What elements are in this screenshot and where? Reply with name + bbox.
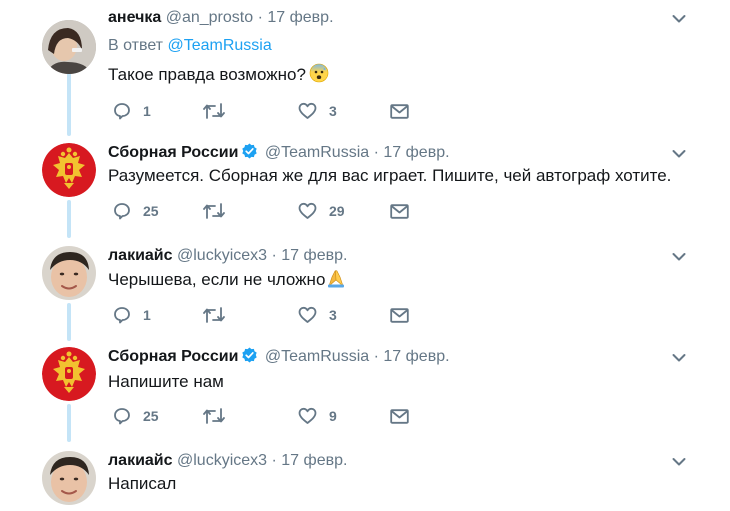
tweet-text-content: Такое правда возможно? <box>108 65 306 84</box>
separator: · <box>373 144 379 161</box>
display-name[interactable]: анечка <box>108 9 161 26</box>
retweet-button[interactable] <box>203 200 225 222</box>
reply-to-link[interactable]: @TeamRussia <box>167 37 271 54</box>
display-name[interactable]: Сборная России <box>108 348 238 365</box>
heart-icon <box>298 407 317 424</box>
retweet-button[interactable] <box>203 100 225 122</box>
user-handle[interactable]: @TeamRussia <box>265 144 369 161</box>
tweet-date[interactable]: 17 февр. <box>267 9 333 26</box>
reply-icon <box>114 203 130 220</box>
heart-icon <box>298 306 317 323</box>
retweet-button[interactable] <box>203 304 225 326</box>
reply-icon <box>114 408 130 425</box>
envelope-icon <box>390 203 409 219</box>
tweet-date[interactable]: 17 февр. <box>281 452 347 469</box>
like-button[interactable]: 29 <box>298 200 345 222</box>
verified-badge-icon <box>241 143 258 160</box>
display-name[interactable]: лакиайс <box>108 452 173 469</box>
retweet-icon <box>203 103 225 119</box>
tweet-header: Сборная России @TeamRussia · 17 февр. <box>108 347 450 367</box>
reply-button[interactable]: 25 <box>113 200 159 222</box>
chevron-down-icon[interactable] <box>672 353 686 363</box>
tweet-actions: 1 3 <box>113 304 413 326</box>
display-name[interactable]: Сборная России <box>108 144 238 161</box>
like-count: 9 <box>329 408 337 424</box>
chevron-down-icon[interactable] <box>672 149 686 159</box>
thread-line <box>67 404 71 442</box>
avatar[interactable] <box>42 451 96 505</box>
retweet-button[interactable] <box>203 405 225 427</box>
tweet-header: анечка @an_prosto · 17 февр. <box>108 8 334 28</box>
separator: · <box>257 9 263 26</box>
tweet-text: Напишите нам <box>108 372 224 391</box>
reply-button[interactable]: 1 <box>113 100 151 122</box>
chevron-down-icon[interactable] <box>672 457 686 467</box>
like-button[interactable]: 3 <box>298 100 337 122</box>
heart-icon <box>298 202 317 219</box>
like-button[interactable]: 9 <box>298 405 337 427</box>
separator: · <box>271 452 277 469</box>
thread-line <box>67 303 71 341</box>
retweet-icon <box>203 408 225 424</box>
reply-icon <box>114 103 130 120</box>
reply-count: 1 <box>143 103 151 119</box>
chevron-down-icon[interactable] <box>672 252 686 262</box>
message-button[interactable] <box>390 200 409 222</box>
tweet-header: лакиайс @luckyicex3 · 17 февр. <box>108 246 347 266</box>
reply-prefix: В ответ <box>108 37 164 54</box>
reply-icon <box>114 307 130 324</box>
thread-line <box>67 200 71 238</box>
chevron-down-icon[interactable] <box>672 14 686 24</box>
message-button[interactable] <box>390 405 409 427</box>
retweet-icon <box>203 307 225 323</box>
tweet-text: Черышева, если не чложно <box>108 268 346 294</box>
reply-context: В ответ @TeamRussia <box>108 36 272 56</box>
like-button[interactable]: 3 <box>298 304 337 326</box>
tweet-text: Написал <box>108 474 177 493</box>
user-handle[interactable]: @luckyicex3 <box>177 247 267 264</box>
tweet-date[interactable]: 17 февр. <box>383 348 449 365</box>
user-handle[interactable]: @an_prosto <box>166 9 253 26</box>
tweet-date[interactable]: 17 февр. <box>383 144 449 161</box>
reply-count: 25 <box>143 408 159 424</box>
tweet-header: Сборная России @TeamRussia · 17 февр. <box>108 143 450 163</box>
avatar[interactable] <box>42 246 96 300</box>
retweet-icon <box>203 203 225 219</box>
reply-count: 1 <box>143 307 151 323</box>
message-button[interactable] <box>390 100 409 122</box>
tweet-actions: 1 3 <box>113 100 413 122</box>
reply-button[interactable]: 25 <box>113 405 159 427</box>
like-count: 3 <box>329 307 337 323</box>
user-handle[interactable]: @TeamRussia <box>265 348 369 365</box>
anxious-face-emoji-icon <box>309 63 329 89</box>
display-name[interactable]: лакиайс <box>108 247 173 264</box>
tweet-actions: 25 29 <box>113 200 413 222</box>
envelope-icon <box>390 408 409 424</box>
like-count: 3 <box>329 103 337 119</box>
avatar[interactable] <box>42 347 96 401</box>
thread-line <box>67 66 71 136</box>
separator: · <box>271 247 277 264</box>
reply-count: 25 <box>143 203 159 219</box>
reply-button[interactable]: 1 <box>113 304 151 326</box>
tweet-actions: 25 9 <box>113 405 413 427</box>
heart-icon <box>298 102 317 119</box>
user-handle[interactable]: @luckyicex3 <box>177 452 267 469</box>
tweet-header: лакиайс @luckyicex3 · 17 февр. <box>108 451 347 471</box>
envelope-icon <box>390 103 409 119</box>
separator: · <box>373 348 379 365</box>
like-count: 29 <box>329 203 345 219</box>
avatar[interactable] <box>42 143 96 197</box>
tweet-text: Разумеется. Сборная же для вас играет. П… <box>108 166 672 185</box>
folded-hands-emoji-icon <box>326 268 346 294</box>
message-button[interactable] <box>390 304 409 326</box>
tweet-text: Такое правда возможно? <box>108 63 329 89</box>
tweet-date[interactable]: 17 февр. <box>281 247 347 264</box>
tweet-text-content: Черышева, если не чложно <box>108 270 326 289</box>
envelope-icon <box>390 307 409 323</box>
avatar[interactable] <box>42 20 96 74</box>
verified-badge-icon <box>241 347 258 364</box>
